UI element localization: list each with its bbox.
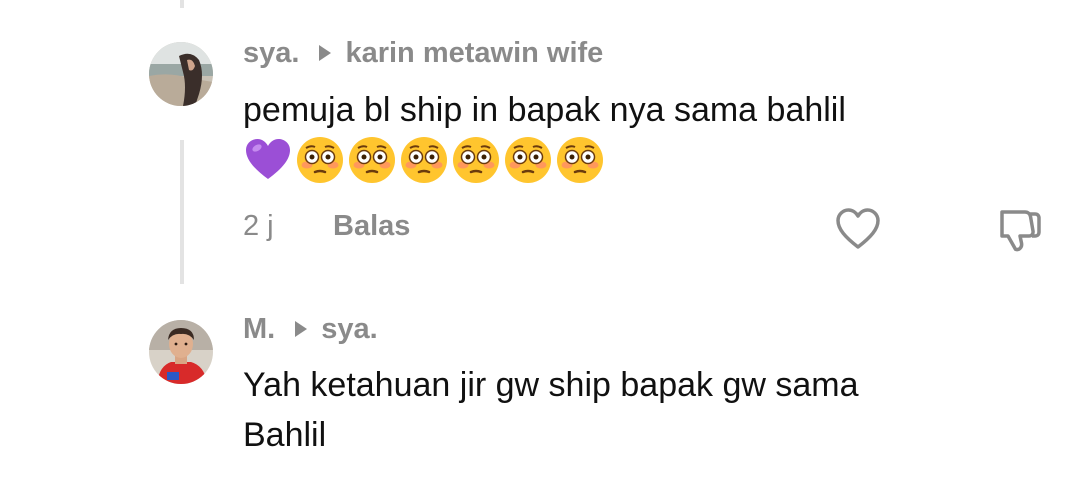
flushed-face-emoji xyxy=(557,137,603,183)
timestamp: 2 j xyxy=(243,210,274,242)
reply-caret-icon xyxy=(295,321,308,337)
purple-heart-emoji xyxy=(246,139,290,179)
flushed-face-emoji xyxy=(297,137,343,183)
reply-to-name[interactable]: sya. xyxy=(321,313,377,346)
avatar[interactable] xyxy=(149,42,213,106)
avatar[interactable] xyxy=(149,320,213,384)
emoji-row xyxy=(243,135,605,185)
flushed-face-emoji xyxy=(505,137,551,183)
flushed-face-emoji xyxy=(453,137,499,183)
author-name[interactable]: M. xyxy=(243,313,275,346)
thread-line-top xyxy=(180,0,184,8)
comment-text-line-1: Yah ketahuan jir gw ship bapak gw sama xyxy=(243,366,859,404)
comment-text-line-2: Bahlil xyxy=(243,416,327,454)
heart-outline-icon[interactable] xyxy=(834,206,882,252)
reply-caret-icon xyxy=(319,45,332,61)
comment-header: sya. karin metawin wife xyxy=(243,36,603,70)
thread-line xyxy=(180,140,184,284)
comment-header: M. sya. xyxy=(243,312,378,346)
author-name[interactable]: sya. xyxy=(243,37,299,70)
reply-button[interactable]: Balas xyxy=(333,210,410,243)
reply-to-name[interactable]: karin metawin wife xyxy=(345,37,603,70)
thumbs-down-icon[interactable] xyxy=(994,206,1044,254)
flushed-face-emoji xyxy=(401,137,447,183)
comment-text: pemuja bl ship in bapak nya sama bahlil xyxy=(243,91,846,129)
flushed-face-emoji xyxy=(349,137,395,183)
